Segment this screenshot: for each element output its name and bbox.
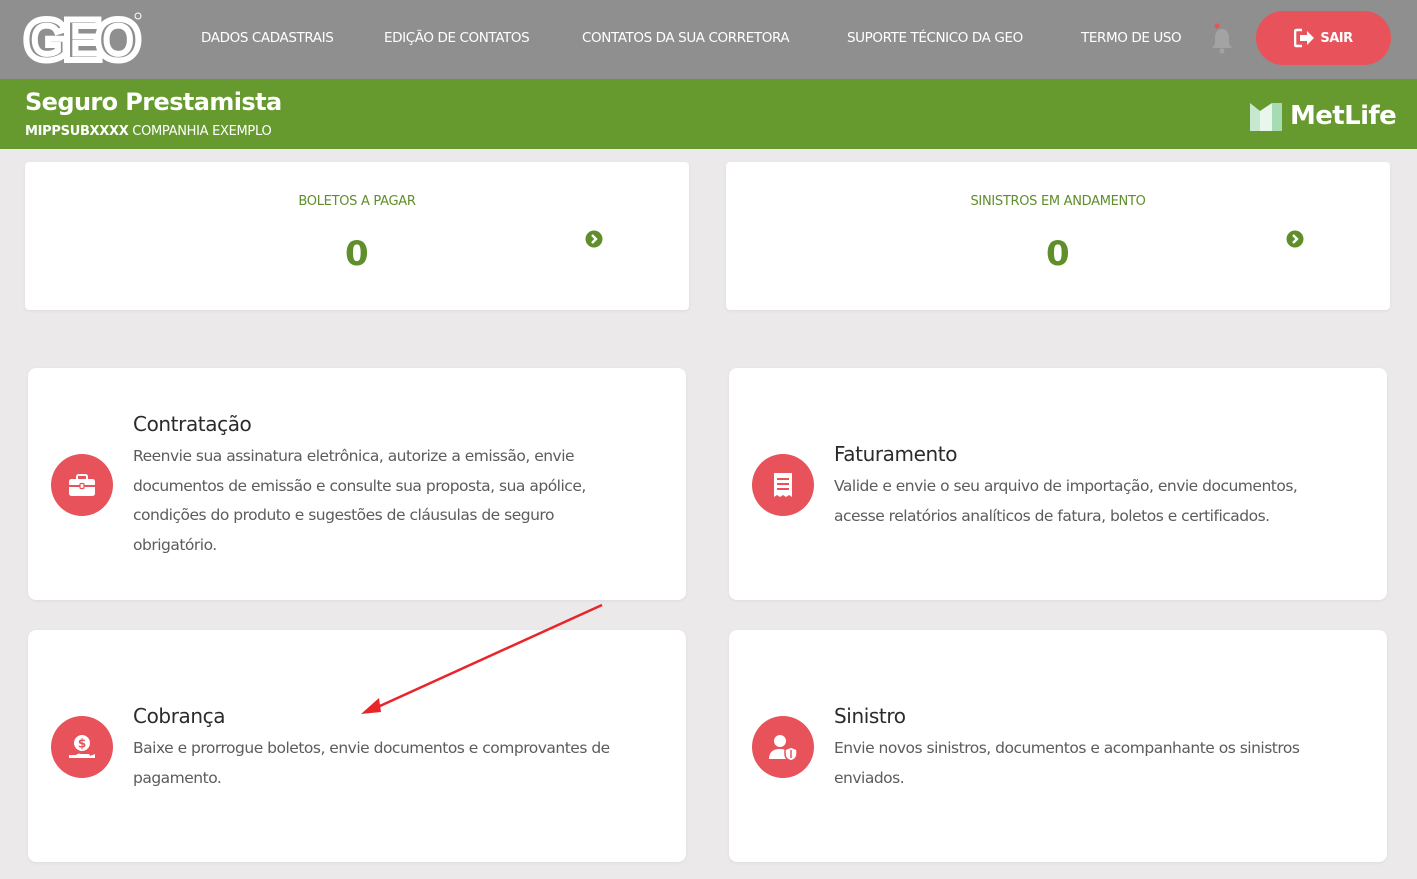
geo-logo[interactable]: GEO (22, 8, 147, 68)
feature-icon-circle (752, 716, 814, 778)
feature-description: Reenvie sua assinatura eletrônica, autor… (133, 447, 586, 554)
feature-card-sinistro[interactable]: Sinistro Envie novos sinistros, document… (729, 630, 1387, 862)
metlife-logo: MetLife (1250, 99, 1397, 133)
nav-edicao-de-contatos[interactable]: EDIÇÃO DE CONTATOS (384, 30, 530, 46)
page-title: Seguro Prestamista (25, 88, 282, 116)
product-banner: Seguro Prestamista MIPPSUBXXXX COMPANHIA… (0, 79, 1417, 149)
sinistros-em-andamento-value: 0 (1046, 234, 1070, 274)
feature-description: Valide e envie o seu arquivo de importaç… (834, 477, 1298, 525)
feature-title: Contratação (133, 412, 252, 436)
nav-termo-de-uso[interactable]: TERMO DE USO (1081, 30, 1182, 46)
top-nav-bar: GEO DADOS CADASTRAIS EDIÇÃO DE CONTATOS … (0, 0, 1417, 79)
feature-card-cobranca[interactable]: $ Cobrança Baixe e prorrogue boletos, en… (28, 630, 686, 862)
policy-code: MIPPSUBXXXX (25, 124, 129, 139)
nav-contatos-corretora[interactable]: CONTATOS DA SUA CORRETORA (582, 30, 790, 46)
receipt-icon (774, 473, 792, 497)
sinistros-em-andamento-label: SINISTROS EM ANDAMENTO (970, 194, 1146, 209)
logout-button[interactable]: SAIR (1256, 11, 1391, 65)
money-hand-icon: $ (69, 735, 95, 758)
sinistros-em-andamento-card: SINISTROS EM ANDAMENTO 0 (726, 162, 1390, 310)
nav-dados-cadastrais[interactable]: DADOS CADASTRAIS (201, 30, 334, 46)
svg-text:GEO: GEO (24, 8, 139, 68)
boletos-a-pagar-value: 0 (345, 234, 369, 274)
logout-icon (1294, 28, 1315, 48)
feature-title: Cobrança (133, 704, 226, 728)
feature-title: Faturamento (834, 442, 958, 466)
feature-icon-circle: $ (51, 716, 113, 778)
svg-text:$: $ (78, 737, 86, 751)
insurer-name: MetLife (1290, 101, 1397, 131)
feature-card-contratacao[interactable]: Contratação Reenvie sua assinatura eletr… (28, 368, 686, 600)
logout-label: SAIR (1320, 30, 1353, 46)
briefcase-icon (69, 474, 95, 496)
boletos-a-pagar-label: BOLETOS A PAGAR (298, 194, 416, 209)
feature-icon-circle (752, 454, 814, 516)
feature-title: Sinistro (834, 704, 906, 728)
feature-description: Envie novos sinistros, documentos e acom… (834, 739, 1300, 787)
user-shield-icon (769, 735, 798, 762)
nav-suporte-tecnico[interactable]: SUPORTE TÉCNICO DA GEO (847, 30, 1023, 46)
metlife-m-icon (1250, 103, 1282, 131)
feature-description: Baixe e prorrogue boletos, envie documen… (133, 739, 610, 787)
company-name: COMPANHIA EXEMPLO (132, 124, 272, 139)
boletos-a-pagar-card: BOLETOS A PAGAR 0 (25, 162, 689, 310)
notification-bell-icon[interactable] (1210, 23, 1234, 55)
chevron-right-circle-icon[interactable] (585, 230, 603, 248)
policy-subtitle: MIPPSUBXXXX COMPANHIA EXEMPLO (25, 124, 272, 139)
feature-icon-circle (51, 454, 113, 516)
feature-card-faturamento[interactable]: Faturamento Valide e envie o seu arquivo… (729, 368, 1387, 600)
chevron-right-circle-icon[interactable] (1286, 230, 1304, 248)
